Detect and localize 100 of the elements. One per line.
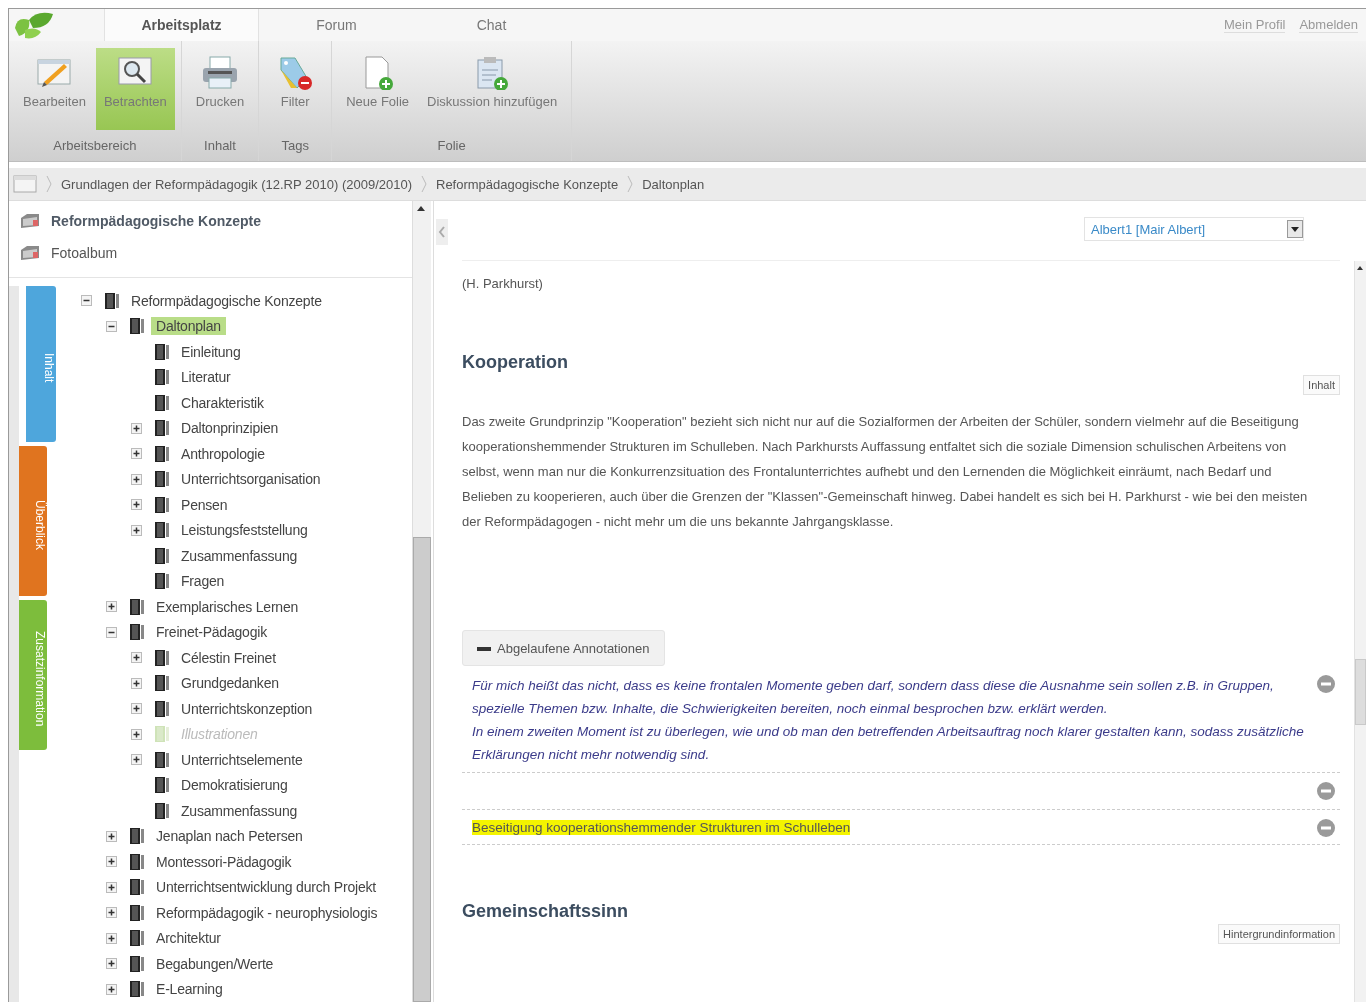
tree-item[interactable]: Montessori-Pädagogik <box>151 852 297 871</box>
tree-item[interactable]: Célestin Freinet <box>176 648 281 667</box>
book-icon <box>128 317 146 336</box>
collapse-icon[interactable] <box>106 626 117 638</box>
book-icon <box>153 342 171 361</box>
book-icon <box>153 444 171 463</box>
book-icon <box>103 291 121 310</box>
tree-item[interactable]: Begabungen/Werte <box>151 954 279 973</box>
paragraph: Das zweite Grundprinzip "Kooperation" bezieht sich nicht nur auf die Sozialformen der Arbeiten der Schüler, sondern vielmehr auf die Beseitigung kooperationshemmender Strukturen im Schulleben. Nach Parkhursts Auffassung entfaltet sich die soziale Dimension schulischen Arbeitens von selbst, wenn man nur die Konkurrenzsituation des Frontalunterrichtes aufhebt und den Lernenden die Möglichkeit einräumt, nach Bedarf und Belieben zu kooperieren, auch über die Grenzen der "Klassen"-Gemeinschaft hinweg. Dabei handelt es sich bei H. Parkhurst - wie bei den meisten der Reformpädagogen - nicht mehr um die uns bekannte Jahrgangsklasse. <box>462 413 1309 531</box>
chevron-icon <box>420 174 428 194</box>
book-icon <box>153 521 171 540</box>
expand-icon[interactable] <box>106 983 117 995</box>
tree-item[interactable]: Unterrichtsentwicklung durch Projekt <box>151 878 381 897</box>
expand-icon[interactable] <box>131 499 142 511</box>
tree-item[interactable]: Unterrichtselemente <box>176 750 308 769</box>
tree-item[interactable]: Einleitung <box>176 342 246 361</box>
breadcrumb-link[interactable]: Grundlagen der Reformpädagogik (12.RP 2010) (2009/2010) <box>61 176 412 192</box>
expand-icon[interactable] <box>106 932 117 944</box>
section-tag-button[interactable]: Inhalt <box>1303 375 1340 395</box>
tree-item[interactable]: Daltonprinzipien <box>176 419 284 438</box>
expand-icon[interactable] <box>131 677 142 689</box>
tree-item[interactable]: Unterrichtskonzeption <box>176 699 318 718</box>
remove-icon[interactable] <box>1316 674 1336 694</box>
expand-icon[interactable] <box>131 754 142 766</box>
tree-item[interactable]: Fragen <box>176 572 230 591</box>
book-icon <box>128 954 146 973</box>
book-icon <box>128 929 146 948</box>
expand-icon[interactable] <box>131 473 142 485</box>
scroll-thumb[interactable] <box>413 537 431 1002</box>
collapse-icon[interactable] <box>106 320 117 332</box>
tree-item[interactable]: Literatur <box>176 368 236 387</box>
chevron-icon <box>626 174 635 194</box>
nav-tab[interactable]: Arbeitsplatz <box>104 9 259 41</box>
highlighted-text: Beseitigung kooperationshemmender Strukturen im Schulleben <box>472 820 851 835</box>
expand-icon[interactable] <box>106 881 117 893</box>
expand-icon[interactable] <box>131 524 142 536</box>
expand-icon[interactable] <box>131 422 142 434</box>
remove-icon[interactable] <box>1316 781 1336 801</box>
sidebar-item[interactable]: Fotoalbum <box>19 237 412 269</box>
tree-item[interactable]: Reformpädagogik - neurophysiologis <box>151 903 383 922</box>
collapse-handle-icon[interactable] <box>436 219 448 245</box>
annotation-text: Für mich heißt das nicht, dass es keine frontalen Momente geben darf, sondern dass diese die Ausnahme sein sollen z.B. in Gruppen, spezielle Themen bzw. Inhalte, die Schwierigkeiten bereiten, noch einmal besprochen bzw. erklärt werden. <box>472 677 1275 718</box>
tree-item[interactable]: Leistungsfeststellung <box>176 521 313 540</box>
tree-item[interactable]: Charakteristik <box>176 393 269 412</box>
nav-tab[interactable]: Forum <box>259 9 414 41</box>
expand-icon[interactable] <box>131 652 142 664</box>
book-icon <box>153 546 171 565</box>
section-heading: Kooperation <box>462 352 569 373</box>
book-icon <box>153 470 171 489</box>
book-icon <box>153 368 171 387</box>
tree-item[interactable]: Reformpädagogische Konzepte <box>126 291 327 310</box>
group-label: Arbeitsbereich <box>53 138 137 153</box>
tree-item[interactable]: Demokratisierung <box>176 776 293 795</box>
annotation-text: In einem zweiten Moment ist zu überlegen, wie und ob man den betreffenden Arbeitsauftrag noch klarer gestalten kann, sodass zusätzliche Erklärungen nicht mehr notwendig sind. <box>472 723 1305 764</box>
ribbon-button[interactable]: Bearbeiten <box>15 48 94 130</box>
expand-icon[interactable] <box>106 856 117 868</box>
book-icon <box>128 623 146 642</box>
ribbon-button[interactable]: Diskussion hinzufügen <box>419 48 566 130</box>
sidebar-item[interactable]: Reformpädagogische Konzepte <box>19 205 412 237</box>
collapse-icon[interactable] <box>81 295 92 307</box>
book-icon <box>153 776 171 795</box>
group-label: Inhalt <box>204 138 236 153</box>
book-icon <box>153 495 171 514</box>
book-icon <box>153 750 171 769</box>
expand-icon[interactable] <box>106 830 117 842</box>
expand-icon[interactable] <box>106 958 117 970</box>
tree-item[interactable]: Zusammenfassung <box>176 546 303 565</box>
expand-icon[interactable] <box>106 907 117 919</box>
tree-item[interactable]: Anthropologie <box>176 444 270 463</box>
nav-tab[interactable]: Chat <box>414 9 569 41</box>
tree-item[interactable]: Freinet-Pädagogik <box>151 623 272 642</box>
book-icon <box>128 827 146 846</box>
tree-item[interactable]: E-Learning <box>151 980 228 999</box>
group-label: Folie <box>437 138 466 153</box>
tree-item[interactable]: Exemplarisches Lernen <box>151 597 304 616</box>
tree-item[interactable]: Daltonplan <box>151 317 226 336</box>
remove-icon[interactable] <box>1316 818 1336 838</box>
tree-item[interactable]: Unterrichtsorganisation <box>176 470 326 489</box>
expand-icon[interactable] <box>131 448 142 460</box>
expand-icon[interactable] <box>106 601 117 613</box>
book-icon <box>153 572 171 591</box>
tree-item[interactable]: Grundgedanken <box>176 674 284 693</box>
tree-item[interactable]: Pensen <box>176 495 233 514</box>
expand-icon[interactable] <box>131 703 142 715</box>
section-tag-button[interactable]: Hintergrundinformation <box>1218 924 1340 944</box>
scrollbar[interactable] <box>1354 261 1366 1002</box>
tree-item[interactable]: Architektur <box>151 929 226 948</box>
book-icon <box>153 801 171 820</box>
chevron-icon <box>45 174 53 194</box>
scrollbar[interactable] <box>412 201 431 1002</box>
annotations-toggle[interactable]: Abgelaufene Annotationen <box>462 630 665 666</box>
tree-item[interactable]: Zusammenfassung <box>176 801 303 820</box>
breadcrumb-link[interactable]: Reformpädagogische Konzepte <box>436 176 619 192</box>
book-icon <box>153 674 171 693</box>
tree-item[interactable]: Jenaplan nach Petersen <box>151 827 308 846</box>
breadcrumb-link[interactable]: Daltonplan <box>642 176 705 192</box>
user-select[interactable]: Albert1 [Mair Albert] <box>1084 217 1304 241</box>
scroll-thumb[interactable] <box>1355 659 1366 725</box>
ribbon-button[interactable]: Drucken <box>187 48 253 130</box>
book-icon <box>153 393 171 412</box>
